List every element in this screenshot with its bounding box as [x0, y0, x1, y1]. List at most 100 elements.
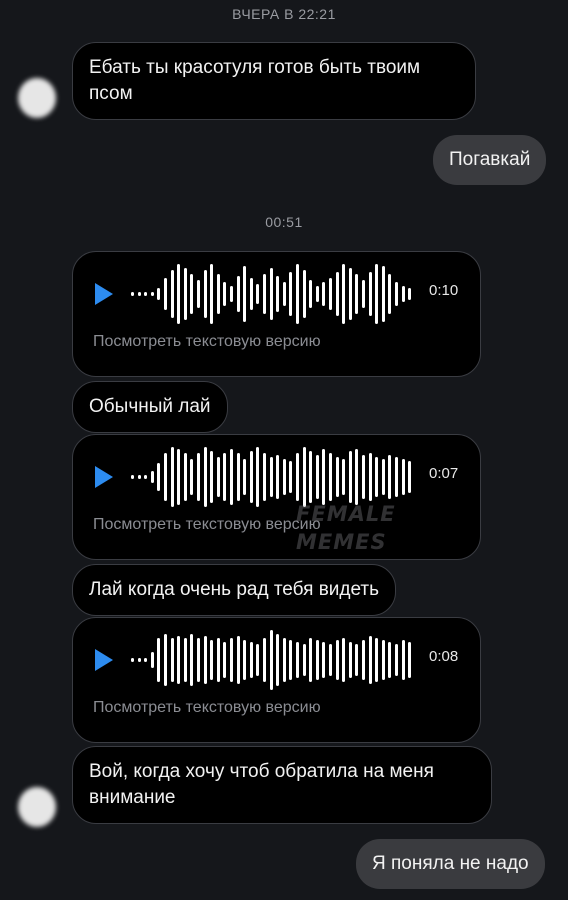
outgoing-message[interactable]: Я поняла не надо	[356, 839, 545, 889]
incoming-message[interactable]: Вой, когда хочу чтоб обратила на меня вн…	[72, 746, 492, 824]
waveform-bar	[282, 459, 286, 495]
waveform-bar	[243, 640, 247, 680]
waveform-bar	[335, 640, 339, 680]
waveform-bar	[157, 288, 161, 300]
waveform-bar	[150, 652, 154, 668]
play-icon[interactable]	[95, 649, 113, 671]
incoming-message[interactable]: Лай когда очень рад тебя видеть	[72, 564, 397, 616]
waveform-bar	[289, 640, 293, 680]
waveform-bar	[216, 457, 220, 497]
waveform-bar	[322, 642, 326, 678]
waveform-bar	[282, 282, 286, 306]
waveform-bar	[170, 447, 174, 507]
incoming-message[interactable]: Ебать ты красотуля готов быть твоим псом	[72, 42, 476, 120]
waveform-bar	[243, 459, 247, 495]
watermark-line: FEMALE	[296, 502, 396, 526]
waveform-bar	[263, 453, 266, 501]
outgoing-message[interactable]: Погавкай	[433, 135, 547, 185]
waveform-bar	[144, 475, 148, 479]
message-text: Погавкай	[449, 149, 531, 170]
waveform-bar	[342, 459, 346, 495]
waveform-bar	[289, 272, 293, 316]
voice-message[interactable]: 0:07 Посмотреть текстовую версию	[72, 434, 481, 560]
message-text: Ебать ты красотуля готов быть твоим псом	[89, 57, 421, 104]
view-transcript-link[interactable]: Посмотреть текстовую версию	[93, 699, 321, 717]
avatar[interactable]	[18, 78, 56, 118]
waveform-bar	[164, 634, 167, 686]
view-transcript-link[interactable]: Посмотреть текстовую версию	[93, 333, 321, 351]
play-icon[interactable]	[95, 466, 113, 488]
waveform-bar	[131, 292, 134, 296]
waveform-bar	[164, 278, 167, 310]
waveform-bar	[210, 264, 214, 324]
waveform-bar	[249, 642, 253, 678]
waveform-bar	[263, 274, 266, 314]
waveform[interactable]	[131, 628, 413, 692]
waveform-bar	[335, 272, 339, 316]
waveform-bar	[197, 638, 200, 682]
waveform-bar	[388, 274, 392, 314]
waveform-bar	[177, 264, 181, 324]
waveform-bar	[137, 658, 141, 662]
waveform-bar	[296, 642, 299, 678]
waveform-bar	[362, 455, 365, 499]
waveform-bar	[322, 449, 326, 505]
waveform-bar	[296, 453, 299, 501]
waveform-bar	[223, 453, 227, 501]
waveform[interactable]	[131, 262, 413, 326]
waveform-bar	[164, 453, 167, 501]
waveform-bar	[144, 658, 148, 662]
waveform-bar	[157, 638, 161, 682]
waveform-bar	[230, 449, 233, 505]
waveform-bar	[348, 451, 352, 503]
waveform-bar	[388, 455, 392, 499]
waveform-bar	[210, 640, 214, 680]
waveform-bar	[315, 455, 319, 499]
waveform-bar	[269, 630, 273, 690]
waveform-bar	[256, 284, 260, 304]
waveform-bar	[190, 274, 194, 314]
waveform-bar	[150, 292, 154, 296]
waveform-bar	[183, 268, 187, 320]
voice-duration: 0:07	[429, 465, 459, 482]
waveform-bar	[230, 286, 233, 302]
incoming-message[interactable]: Обычный лай	[72, 381, 228, 433]
play-icon[interactable]	[95, 283, 113, 305]
voice-message[interactable]: 0:10 Посмотреть текстовую версию	[72, 251, 481, 377]
waveform-bar	[302, 270, 306, 318]
waveform-bar	[236, 276, 240, 312]
waveform-bar	[375, 264, 379, 324]
waveform-bar	[309, 451, 313, 503]
timestamp: ВЧЕРА В 22:21	[232, 6, 336, 22]
avatar[interactable]	[18, 787, 56, 827]
waveform-bar	[137, 475, 141, 479]
waveform-bar	[223, 642, 227, 678]
waveform-bar	[362, 280, 365, 308]
waveform-bar	[395, 644, 398, 676]
voice-duration: 0:10	[429, 282, 459, 299]
waveform-bar	[203, 270, 207, 318]
waveform-bar	[322, 282, 326, 306]
waveform-bar	[190, 459, 194, 495]
waveform-bar	[282, 638, 286, 682]
waveform-bar	[395, 457, 398, 497]
waveform-bar	[157, 463, 161, 491]
view-transcript-link[interactable]: Посмотреть текстовую версию	[93, 516, 321, 534]
waveform-bar	[355, 644, 359, 676]
waveform-bar	[368, 636, 372, 684]
waveform-bar	[401, 459, 405, 495]
waveform-bar	[269, 268, 273, 320]
voice-duration: 0:08	[429, 648, 459, 665]
waveform-bar	[388, 642, 392, 678]
waveform-bar	[368, 453, 372, 501]
waveform-bar	[131, 475, 134, 479]
waveform-bar	[236, 453, 240, 501]
voice-message[interactable]: 0:08 Посмотреть текстовую версию	[72, 617, 481, 743]
waveform-bar	[223, 282, 227, 306]
waveform-bar	[276, 634, 280, 686]
waveform-bar	[329, 278, 332, 310]
waveform-bar	[348, 268, 352, 320]
waveform-bar	[408, 642, 412, 678]
message-text: Вой, когда хочу чтоб обратила на меня вн…	[89, 761, 434, 808]
waveform-bar	[342, 264, 346, 324]
